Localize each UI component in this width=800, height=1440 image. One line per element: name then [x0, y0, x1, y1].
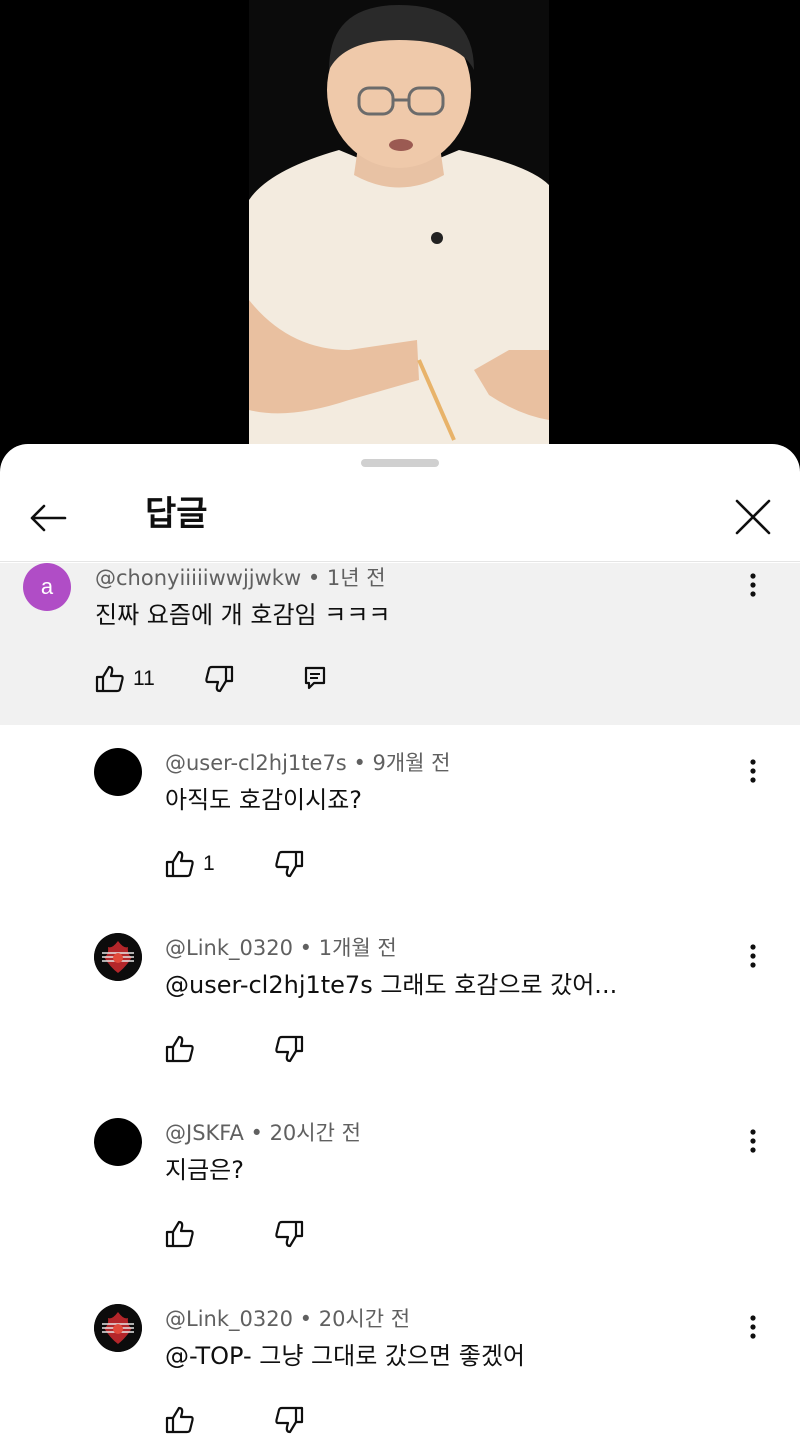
thumb-up-icon: [165, 1035, 194, 1063]
meta-separator: •: [353, 751, 373, 775]
reply-comment: @user-cl2hj1te7s • 9개월 전 아직도 호감이시죠? 1: [0, 748, 800, 908]
more-vert-icon: [750, 944, 756, 968]
like-count: 11: [133, 667, 155, 690]
avatar[interactable]: [94, 748, 142, 796]
avatar[interactable]: [94, 933, 142, 981]
close-button[interactable]: [726, 490, 780, 544]
replies-sheet: 답글 a @chonyiiiiiwwjjwkw • 1년 전 진짜 요즘에 개 …: [0, 444, 800, 1440]
thumb-down-icon: [275, 1035, 304, 1063]
thumb-down-icon: [275, 850, 304, 878]
comment-time: 20시간 전: [318, 1307, 411, 1331]
close-icon: [735, 499, 771, 535]
like-button[interactable]: 11: [95, 665, 155, 693]
comment-meta: @chonyiiiiiwwjjwkw • 1년 전: [95, 563, 386, 593]
reply-icon: [304, 666, 326, 690]
reply-comment: @JSKFA • 20시간 전 지금은?: [0, 1118, 800, 1278]
meta-separator: •: [307, 566, 327, 590]
comment-meta: @Link_0320 • 1개월 전: [165, 933, 397, 963]
comment-menu-button[interactable]: [738, 563, 768, 607]
arrow-left-icon: [30, 504, 67, 532]
parent-comment: a @chonyiiiiiwwjjwkw • 1년 전 진짜 요즘에 개 호감임…: [0, 563, 800, 725]
dislike-button[interactable]: [274, 1406, 304, 1434]
avatar[interactable]: [94, 1118, 142, 1166]
dislike-button[interactable]: [274, 1035, 304, 1063]
comment-author[interactable]: @Link_0320: [165, 936, 293, 960]
reply-comment: @Link_0320 • 1개월 전 @user-cl2hj1te7s 그래도 …: [0, 933, 800, 1093]
comment-text: @-TOP- 그냥 그대로 갔으면 좋겠어: [165, 1342, 526, 1370]
flame-logo-icon: [94, 933, 142, 981]
like-count: 1: [203, 852, 215, 875]
comment-time: 20시간 전: [269, 1121, 361, 1145]
comment-meta: @JSKFA • 20시간 전: [165, 1118, 361, 1148]
avatar[interactable]: a: [23, 563, 71, 611]
comment-author[interactable]: @chonyiiiiiwwjjwkw: [95, 566, 301, 590]
comment-text: 진짜 요즘에 개 호감임 ㅋㅋㅋ: [95, 601, 391, 629]
meta-separator: •: [299, 936, 319, 960]
thumb-down-icon: [275, 1220, 304, 1248]
back-button[interactable]: [22, 492, 74, 544]
video-frame: [249, 0, 549, 444]
comment-menu-button[interactable]: [738, 1119, 768, 1163]
dislike-button[interactable]: [274, 850, 304, 878]
flame-logo-icon: [94, 1304, 142, 1352]
meta-separator: •: [250, 1121, 270, 1145]
comment-time: 1년 전: [326, 566, 386, 590]
sheet-header: 답글: [0, 472, 800, 562]
reply-comment: @Link_0320 • 20시간 전 @-TOP- 그냥 그대로 갔으면 좋겠…: [0, 1304, 800, 1440]
avatar-letter: a: [40, 574, 54, 599]
comment-meta: @user-cl2hj1te7s • 9개월 전: [165, 748, 451, 778]
comment-time: 1개월 전: [318, 936, 397, 960]
thumb-down-icon: [275, 1406, 304, 1434]
comment-menu-button[interactable]: [738, 934, 768, 978]
comment-menu-button[interactable]: [738, 1305, 768, 1349]
thumb-down-icon: [205, 665, 234, 693]
thumb-up-icon: [95, 665, 124, 693]
like-button[interactable]: 1: [165, 850, 215, 878]
more-vert-icon: [750, 573, 756, 597]
dislike-button[interactable]: [204, 665, 234, 693]
thumb-up-icon: [165, 850, 194, 878]
comment-author[interactable]: @JSKFA: [165, 1121, 244, 1145]
comment-author[interactable]: @Link_0320: [165, 1307, 293, 1331]
comment-text: 아직도 호감이시죠?: [165, 786, 363, 814]
drag-handle[interactable]: [361, 459, 439, 467]
like-button[interactable]: [165, 1035, 203, 1063]
thumb-up-icon: [165, 1406, 194, 1434]
comment-meta: @Link_0320 • 20시간 전: [165, 1304, 410, 1334]
like-button[interactable]: [165, 1220, 203, 1248]
more-vert-icon: [750, 1129, 756, 1153]
comment-text: @user-cl2hj1te7s 그래도 호감으로 갔어...: [165, 971, 618, 999]
comment-menu-button[interactable]: [738, 749, 768, 793]
video-player[interactable]: [0, 0, 800, 450]
thumb-up-icon: [165, 1220, 194, 1248]
reply-button[interactable]: [304, 666, 326, 690]
comment-time: 9개월 전: [372, 751, 451, 775]
page-title: 답글: [145, 494, 208, 534]
comment-text: 지금은?: [165, 1156, 244, 1184]
like-button[interactable]: [165, 1406, 203, 1434]
dislike-button[interactable]: [274, 1220, 304, 1248]
avatar[interactable]: [94, 1304, 142, 1352]
more-vert-icon: [750, 759, 756, 783]
video-person-image: [249, 0, 549, 444]
comment-author[interactable]: @user-cl2hj1te7s: [165, 751, 347, 775]
meta-separator: •: [299, 1307, 319, 1331]
more-vert-icon: [750, 1315, 756, 1339]
